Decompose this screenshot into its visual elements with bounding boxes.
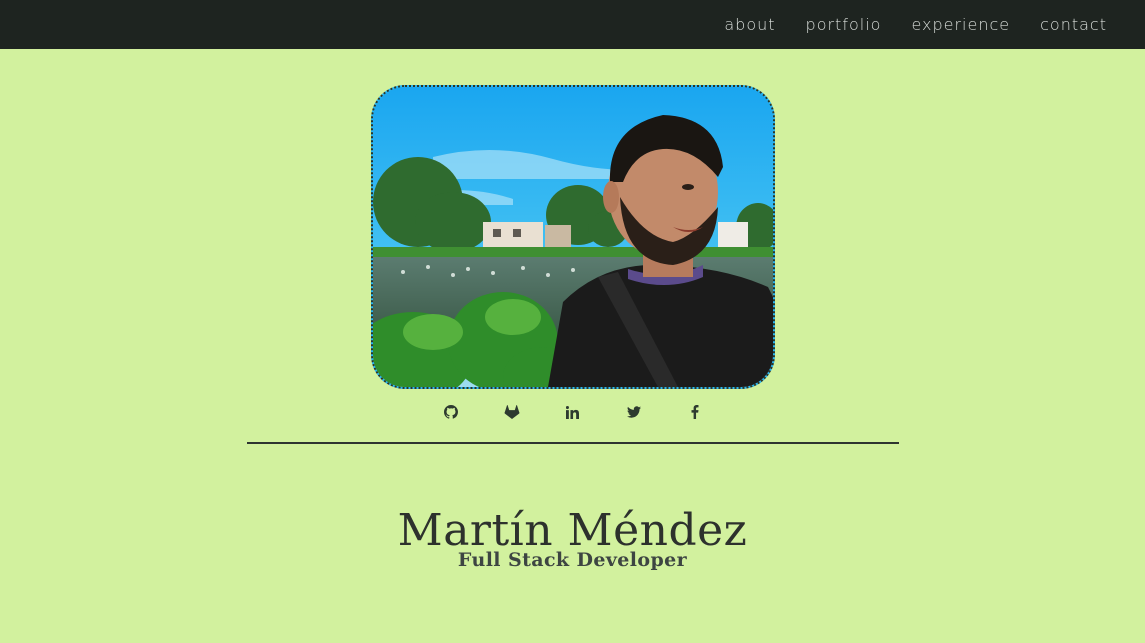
github-icon[interactable] bbox=[442, 400, 460, 424]
profile-role: Full Stack Developer bbox=[457, 549, 688, 571]
profile-photo bbox=[371, 85, 775, 389]
profile-photo-image bbox=[373, 87, 773, 387]
gitlab-icon[interactable] bbox=[503, 400, 521, 424]
github-icon-glyph bbox=[443, 405, 458, 419]
social-links bbox=[0, 400, 1145, 424]
nav-contact-link[interactable]: contact bbox=[1040, 15, 1107, 34]
linkedin-icon[interactable] bbox=[564, 400, 582, 424]
nav-portfolio-link[interactable]: portfolio bbox=[806, 15, 882, 34]
gitlab-icon-glyph bbox=[504, 405, 519, 419]
twitter-icon[interactable] bbox=[625, 400, 643, 424]
top-navigation-bar: about portfolio experience contact bbox=[0, 0, 1145, 49]
nav-experience-link[interactable]: experience bbox=[911, 15, 1010, 34]
nav-about-link[interactable]: about bbox=[724, 15, 775, 34]
linkedin-icon-glyph bbox=[566, 405, 579, 419]
twitter-icon-glyph bbox=[626, 406, 641, 418]
main-nav: about portfolio experience contact bbox=[724, 0, 1107, 49]
facebook-icon-glyph bbox=[691, 405, 698, 419]
section-divider bbox=[247, 442, 899, 444]
facebook-icon[interactable] bbox=[686, 400, 704, 424]
